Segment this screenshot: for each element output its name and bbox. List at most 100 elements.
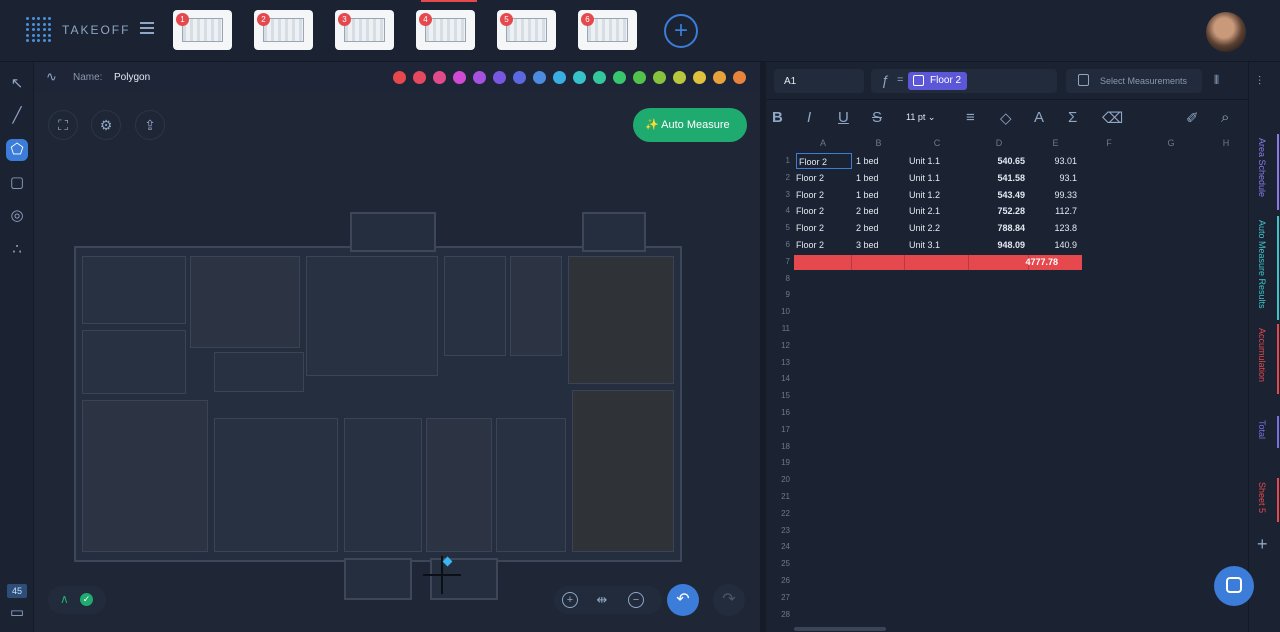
- fill-color-icon[interactable]: ◇: [1000, 109, 1012, 127]
- row-number[interactable]: 27: [766, 593, 790, 602]
- cell-area[interactable]: 752.28: [969, 203, 1025, 219]
- cell-unit[interactable]: Unit 3.1: [909, 237, 967, 253]
- split-view-icon[interactable]: ⫴: [1214, 73, 1230, 89]
- row-number[interactable]: 4: [766, 206, 790, 215]
- sheet-thumbnail[interactable]: 4: [416, 10, 475, 50]
- row-number[interactable]: 18: [766, 442, 790, 451]
- color-swatch[interactable]: [553, 71, 566, 84]
- eraser-icon[interactable]: ⌫: [1102, 109, 1123, 127]
- cell-perimeter[interactable]: 99.33: [1029, 187, 1077, 203]
- cell-perimeter[interactable]: 93.1: [1029, 170, 1077, 186]
- underline-icon[interactable]: U: [838, 109, 849, 126]
- color-swatch[interactable]: [733, 71, 746, 84]
- color-swatch[interactable]: [513, 71, 526, 84]
- add-sheet-button[interactable]: +: [664, 14, 698, 48]
- color-swatch[interactable]: [653, 71, 666, 84]
- strikethrough-icon[interactable]: S: [872, 109, 882, 126]
- cell-perimeter[interactable]: 123.8: [1029, 220, 1077, 236]
- sheet-thumbnail[interactable]: 2: [254, 10, 313, 50]
- column-header[interactable]: F: [1082, 136, 1136, 150]
- row-number[interactable]: 7: [766, 257, 790, 266]
- snap-icon[interactable]: ∧: [60, 592, 69, 606]
- font-size-select[interactable]: 11 pt ⌄: [906, 112, 935, 123]
- row-number[interactable]: 12: [766, 341, 790, 350]
- search-icon[interactable]: ⌕: [1221, 109, 1229, 126]
- zoom-in-icon[interactable]: +: [562, 592, 578, 608]
- name-field[interactable]: Polygon: [114, 72, 150, 83]
- cell-unit[interactable]: Unit 1.2: [909, 187, 967, 203]
- color-swatch[interactable]: [393, 71, 406, 84]
- screen-icon[interactable]: ▭: [6, 602, 28, 624]
- color-swatch[interactable]: [433, 71, 446, 84]
- cell-unit[interactable]: Unit 2.2: [909, 220, 967, 236]
- auto-measure-button[interactable]: ✨ Auto Measure: [633, 108, 747, 142]
- row-number[interactable]: 2: [766, 173, 790, 182]
- sheet-tab[interactable]: Accumulation: [1257, 328, 1267, 382]
- cell-unit[interactable]: Unit 1.1: [909, 153, 967, 169]
- cell-bed-type[interactable]: 1 bed: [856, 170, 904, 186]
- column-header[interactable]: H: [1206, 136, 1246, 150]
- sheet-thumbnail[interactable]: 6: [578, 10, 637, 50]
- cell-bed-type[interactable]: 3 bed: [856, 237, 904, 253]
- chat-support-button[interactable]: [1214, 566, 1254, 606]
- column-header[interactable]: D: [969, 136, 1029, 150]
- cell-floor[interactable]: Floor 2: [796, 203, 852, 219]
- row-number[interactable]: 15: [766, 391, 790, 400]
- italic-icon[interactable]: I: [807, 109, 811, 126]
- row-number[interactable]: 10: [766, 307, 790, 316]
- column-header[interactable]: A: [794, 136, 852, 150]
- cell-reference[interactable]: A1: [774, 69, 864, 93]
- row-number[interactable]: 23: [766, 526, 790, 535]
- pointer-icon[interactable]: ↖: [6, 73, 28, 95]
- horizontal-scrollbar[interactable]: [794, 627, 886, 631]
- cell-bed-type[interactable]: 1 bed: [856, 153, 904, 169]
- settings-icon[interactable]: ⚙: [91, 110, 121, 140]
- cell-area[interactable]: 948.09: [969, 237, 1025, 253]
- cell-unit[interactable]: Unit 1.1: [909, 170, 967, 186]
- cell-bed-type[interactable]: 1 bed: [856, 187, 904, 203]
- cell-floor[interactable]: Floor 2: [796, 170, 852, 186]
- cell-area[interactable]: 541.58: [969, 170, 1025, 186]
- color-swatch[interactable]: [533, 71, 546, 84]
- cell-area[interactable]: 543.49: [969, 187, 1025, 203]
- row-number[interactable]: 19: [766, 458, 790, 467]
- sheet-tab[interactable]: Auto Measure Results: [1257, 220, 1267, 309]
- cell-floor[interactable]: Floor 2: [796, 220, 852, 236]
- cell-area[interactable]: 788.84: [969, 220, 1025, 236]
- row-number[interactable]: 9: [766, 290, 790, 299]
- sheet-tab[interactable]: Total: [1257, 420, 1267, 439]
- line-tool-icon[interactable]: ╱: [6, 105, 28, 127]
- redo-button[interactable]: ↷: [713, 584, 745, 616]
- avatar[interactable]: [1206, 12, 1246, 52]
- row-number[interactable]: 20: [766, 475, 790, 484]
- undo-button[interactable]: ↶: [667, 584, 699, 616]
- menu-icon[interactable]: [140, 22, 154, 34]
- upload-icon[interactable]: ⇪: [135, 110, 165, 140]
- polygon-tool-icon[interactable]: ⬠: [6, 139, 28, 161]
- format-paint-icon[interactable]: ✐: [1186, 109, 1199, 127]
- cell-perimeter[interactable]: 140.9: [1029, 237, 1077, 253]
- sheet-tab[interactable]: Area Schedule: [1257, 138, 1267, 197]
- row-number[interactable]: 25: [766, 559, 790, 568]
- cell-floor[interactable]: Floor 2: [796, 237, 852, 253]
- text-color-icon[interactable]: A: [1034, 109, 1044, 126]
- color-swatch[interactable]: [693, 71, 706, 84]
- fullscreen-icon[interactable]: ⛶: [48, 110, 78, 140]
- select-measurements-button[interactable]: Select Measurements: [1066, 69, 1202, 93]
- sheet-thumbnail[interactable]: 3: [335, 10, 394, 50]
- row-number[interactable]: 3: [766, 190, 790, 199]
- sheet-options-icon[interactable]: ⫶: [1258, 74, 1261, 89]
- cell-bed-type[interactable]: 2 bed: [856, 220, 904, 236]
- row-number[interactable]: 5: [766, 223, 790, 232]
- color-swatch[interactable]: [633, 71, 646, 84]
- sheet-thumbnail[interactable]: 5: [497, 10, 556, 50]
- count-tool-icon[interactable]: ∴: [6, 239, 28, 261]
- formula-input[interactable]: ƒ = Floor 2: [871, 69, 1057, 93]
- column-header[interactable]: E: [1029, 136, 1082, 150]
- color-swatch[interactable]: [593, 71, 606, 84]
- cell-perimeter[interactable]: 93.01: [1029, 153, 1077, 169]
- cell-floor[interactable]: Floor 2: [796, 153, 852, 169]
- row-number[interactable]: 28: [766, 610, 790, 619]
- row-number[interactable]: 26: [766, 576, 790, 585]
- color-swatch[interactable]: [573, 71, 586, 84]
